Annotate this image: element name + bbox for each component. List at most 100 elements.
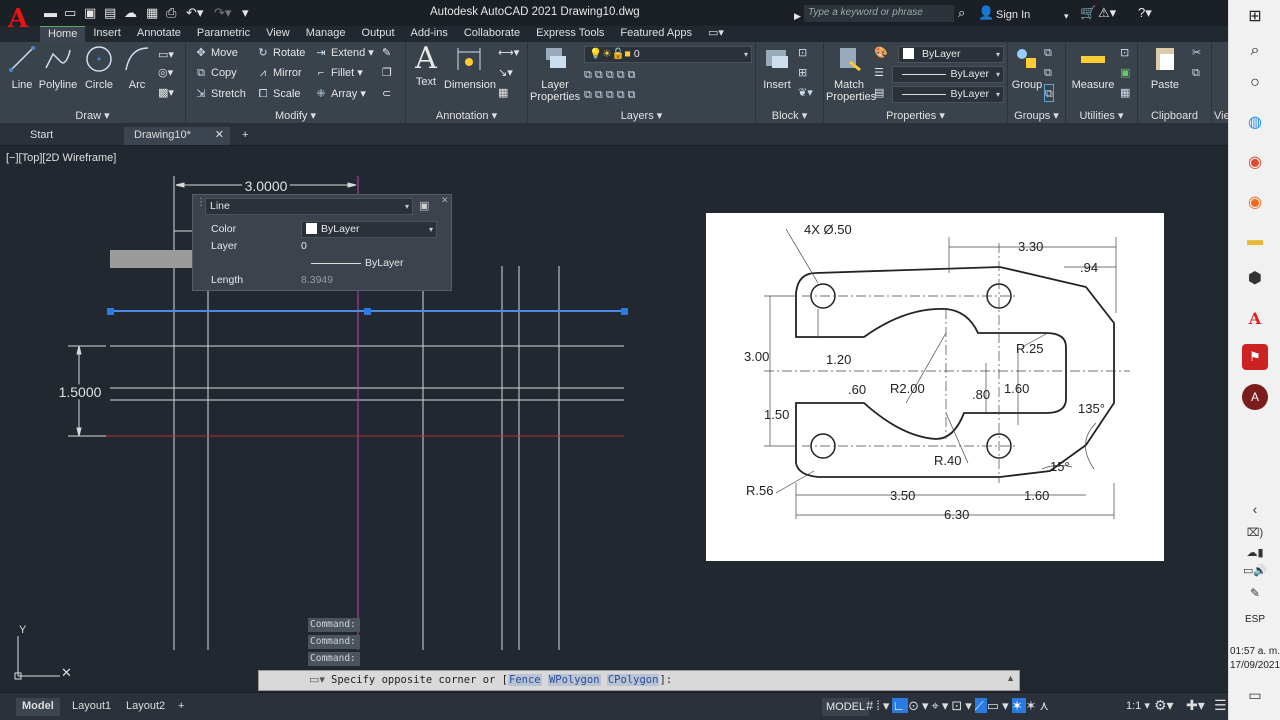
linetype-dropdown[interactable]: ByLayer ▾ (892, 66, 1004, 83)
modify-panel-title[interactable]: Modify ▾ (186, 109, 405, 122)
transparency-icon[interactable]: ▤ (874, 84, 884, 102)
grip-end[interactable] (621, 308, 628, 315)
rotate-button[interactable]: ↻ Rotate (256, 44, 305, 62)
clipboard-panel-title[interactable]: Clipboard (1138, 110, 1211, 122)
search-icon[interactable]: ⌕ (1242, 38, 1268, 64)
tab-model[interactable]: Model (16, 698, 60, 716)
arc-button[interactable]: Arc (120, 44, 154, 91)
user-icon[interactable]: 👤 (978, 5, 994, 21)
draw-panel-title[interactable]: Draw ▾ (0, 109, 185, 122)
command-line[interactable]: ▭▾ Specify opposite corner or [Fence WPo… (258, 670, 1020, 691)
rectangle-icon[interactable]: ▭▾ (158, 46, 174, 64)
select-all-icon[interactable]: ▣ (1120, 64, 1130, 82)
dimension-text-1-5[interactable]: 1.5000 (56, 381, 105, 403)
cloud-icon[interactable]: ☁ (124, 5, 137, 21)
block-panel-title[interactable]: Block ▾ (756, 109, 823, 122)
dimension-button[interactable]: Dimension (444, 44, 496, 91)
cut-icon[interactable]: ✂ (1192, 44, 1201, 62)
tab-insert[interactable]: Insert (85, 26, 129, 42)
redo-icon[interactable]: ↷▾ (214, 5, 231, 21)
quick-access-dropdown-icon[interactable]: ▾ (242, 5, 249, 21)
tab-featured-apps[interactable]: Featured Apps (612, 26, 700, 42)
move-button[interactable]: ✥ Move (194, 44, 238, 62)
sign-in-dropdown-icon[interactable]: ▾ (1064, 8, 1069, 24)
measure-button[interactable]: Measure (1070, 44, 1116, 91)
customize-icon[interactable]: ▣ (419, 199, 429, 212)
offset-icon[interactable]: ⊂ (382, 85, 391, 103)
hatch-icon[interactable]: ◎▾ (158, 64, 173, 82)
block-attributes-icon[interactable]: ❦▾ (798, 84, 813, 102)
lineweight-icon[interactable]: ☰ (874, 64, 884, 82)
file-explorer-icon[interactable]: ▬ (1242, 228, 1268, 254)
group-edit-icon[interactable]: ⧉ (1044, 64, 1052, 82)
search-icon[interactable]: ⌕ (958, 5, 965, 21)
explode-icon[interactable]: ❒ (382, 64, 392, 82)
undo-icon[interactable]: ↶▾ (186, 5, 203, 21)
tab-home[interactable]: Home (40, 26, 86, 42)
mirror-button[interactable]: ⩘ Mirror (256, 64, 302, 82)
linear-dim-icon[interactable]: ⟷▾ (498, 44, 519, 62)
pen-icon[interactable]: ✎ (1242, 580, 1268, 606)
edit-block-icon[interactable]: ⊞ (798, 64, 807, 82)
menu-icon[interactable]: ☰ (1214, 697, 1227, 714)
autocad-logo-icon[interactable]: A (8, 4, 34, 34)
print-icon[interactable]: ⎙ (166, 5, 176, 21)
create-block-icon[interactable]: ⊡ (798, 44, 807, 62)
tab-annotate[interactable]: Annotate (129, 26, 189, 42)
save-as-icon[interactable]: ▤ (104, 5, 116, 21)
model-space-status[interactable]: MODEL (822, 698, 870, 716)
new-file-icon[interactable]: ▬ (44, 5, 57, 21)
tab-add-ins[interactable]: Add-ins (403, 26, 456, 42)
settings-gear-icon[interactable]: ⚙▾ (1154, 697, 1174, 714)
properties-panel-title[interactable]: Properties ▾ (824, 109, 1007, 122)
new-tab-icon[interactable]: + (232, 127, 258, 145)
tab-layout2[interactable]: Layout2 (120, 698, 171, 716)
tab-output[interactable]: Output (354, 26, 403, 42)
layer-dropdown[interactable]: 💡☀🔓■ 0 ▾ (584, 46, 752, 63)
color-property-dropdown[interactable]: ByLayer ▾ (301, 221, 437, 238)
layers-panel-title[interactable]: Layers ▾ (528, 109, 755, 122)
calculator-icon[interactable]: ▦ (1120, 84, 1130, 102)
grip-mid[interactable] (364, 308, 371, 315)
text-button[interactable]: A Text (410, 44, 442, 89)
copy-button[interactable]: ⧉ Copy (194, 64, 237, 82)
object-type-dropdown[interactable]: Line ▾ (205, 198, 413, 215)
search-expand-icon[interactable]: ▶ (794, 8, 801, 24)
reference-image[interactable]: 4X Ø.50 3.30 .94 R.25 3.00 1.20 .60 R2.0… (706, 213, 1164, 561)
edge-icon[interactable]: ◍ (1242, 110, 1268, 136)
app-icon[interactable]: A (1242, 384, 1268, 410)
layer-tools-row-1[interactable]: ⧉ ⧉ ⧉ ⧉ ⧉ (584, 66, 636, 84)
annotation-panel-title[interactable]: Annotation ▾ (406, 109, 527, 122)
command-input[interactable]: Specify opposite corner or [Fence WPolyg… (331, 674, 672, 686)
array-button[interactable]: ⁜ Array ▾ (314, 85, 365, 103)
sign-in-link[interactable]: Sign In (996, 7, 1030, 23)
option-fence[interactable]: Fence (508, 674, 542, 686)
stretch-button[interactable]: ⇲ Stretch (194, 85, 245, 103)
drawing-viewport[interactable]: 3.0000 1.5000 Y ✕ [−][Top][2D Wireframe]… (0, 146, 1228, 692)
extend-button[interactable]: ⇥ Extend ▾ (314, 44, 373, 62)
tab-parametric[interactable]: Parametric (189, 26, 258, 42)
cortana-icon[interactable]: ○ (1242, 70, 1268, 96)
table-icon[interactable]: ▦ (498, 84, 508, 102)
cart-icon[interactable]: 🛒 (1080, 5, 1096, 21)
paste-button[interactable]: Paste (1142, 44, 1188, 91)
erase-icon[interactable]: ✎ (382, 44, 391, 62)
tab-express-tools[interactable]: Express Tools (528, 26, 612, 42)
open-folder-icon[interactable]: ▭ (64, 5, 76, 21)
group-select-icon[interactable]: ⧉ (1044, 84, 1054, 102)
ribbon-toggle-icon[interactable]: ▭▾ (700, 26, 732, 42)
command-prompt-icon[interactable]: ▭▾ (309, 673, 325, 686)
layer-tools-row-2[interactable]: ⧉ ⧉ ⧉ ⧉ ⧉ (584, 86, 636, 104)
new-layout-icon[interactable]: + (172, 698, 190, 716)
group-button[interactable]: Group (1010, 44, 1044, 91)
scale-button[interactable]: ⧠ Scale (256, 85, 301, 103)
firefox-icon[interactable]: ◉ (1242, 190, 1268, 216)
gradient-icon[interactable]: ▩▾ (158, 84, 174, 102)
close-tab-icon[interactable]: ✕ (215, 127, 224, 144)
search-input[interactable]: Type a keyword or phrase (804, 5, 954, 22)
tab-layout1[interactable]: Layout1 (66, 698, 117, 716)
save-icon[interactable]: ▣ (84, 5, 96, 21)
close-panel-icon[interactable]: ✕ (441, 195, 449, 206)
utilities-panel-title[interactable]: Utilities ▾ (1066, 109, 1137, 122)
match-properties-button[interactable]: Match Properties (826, 44, 876, 103)
